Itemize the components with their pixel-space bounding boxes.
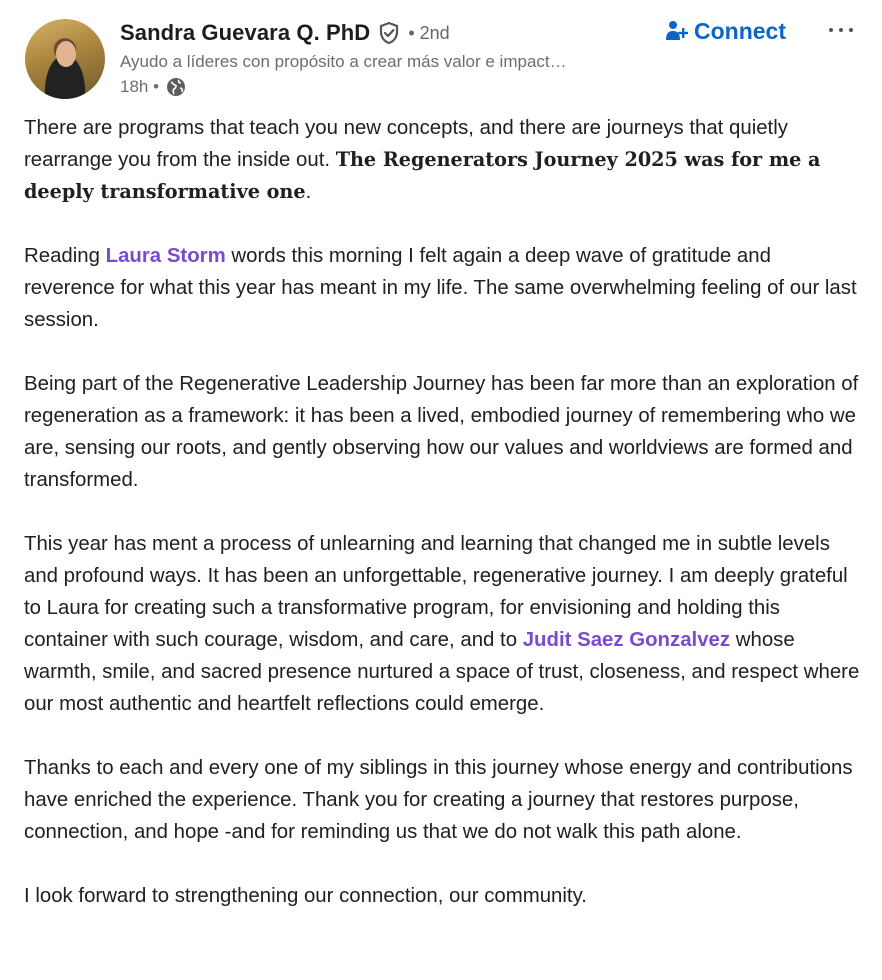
- post-text: Reading: [24, 245, 106, 267]
- post-paragraph-1: There are programs that teach you new co…: [24, 112, 864, 208]
- post-paragraph-3: Being part of the Regenerative Leadershi…: [24, 373, 859, 491]
- post-paragraph-4: This year has ment a process of unlearni…: [24, 528, 864, 720]
- person-plus-icon: [664, 19, 689, 43]
- avatar[interactable]: [25, 19, 105, 99]
- post-time: 18h •: [120, 77, 160, 96]
- avatar-face: [56, 41, 76, 67]
- author-name-row: Sandra Guevara Q. PhD • 2nd: [120, 18, 450, 48]
- globe-icon: [165, 76, 187, 98]
- author-headline[interactable]: Ayudo a líderes con propósito a crear má…: [120, 52, 660, 72]
- connect-button[interactable]: Connect: [664, 15, 786, 47]
- post-text: .: [305, 181, 312, 203]
- post-paragraph-2: Reading Laura Storm words this morning I…: [24, 240, 864, 336]
- post-header: Sandra Guevara Q. PhD • 2nd Ayudo a líde…: [0, 0, 882, 110]
- connection-degree: • 2nd: [408, 22, 450, 43]
- connect-label: Connect: [694, 17, 786, 44]
- post-body: There are programs that teach you new co…: [24, 112, 864, 944]
- ellipsis-icon: [829, 28, 853, 32]
- more-options-button[interactable]: [826, 15, 856, 45]
- post-paragraph-5: Thanks to each and every one of my sibli…: [24, 757, 853, 843]
- post-paragraph-6: I look forward to strengthening our conn…: [24, 885, 587, 907]
- mention-judit-saez-gonzalvez[interactable]: Judit Saez Gonzalvez: [523, 629, 730, 651]
- feed-post: Sandra Guevara Q. PhD • 2nd Ayudo a líde…: [0, 0, 882, 980]
- verified-shield-icon: [378, 21, 400, 45]
- mention-laura-storm[interactable]: Laura Storm: [106, 245, 226, 267]
- post-meta: 18h •: [120, 75, 187, 99]
- author-name[interactable]: Sandra Guevara Q. PhD: [120, 20, 370, 46]
